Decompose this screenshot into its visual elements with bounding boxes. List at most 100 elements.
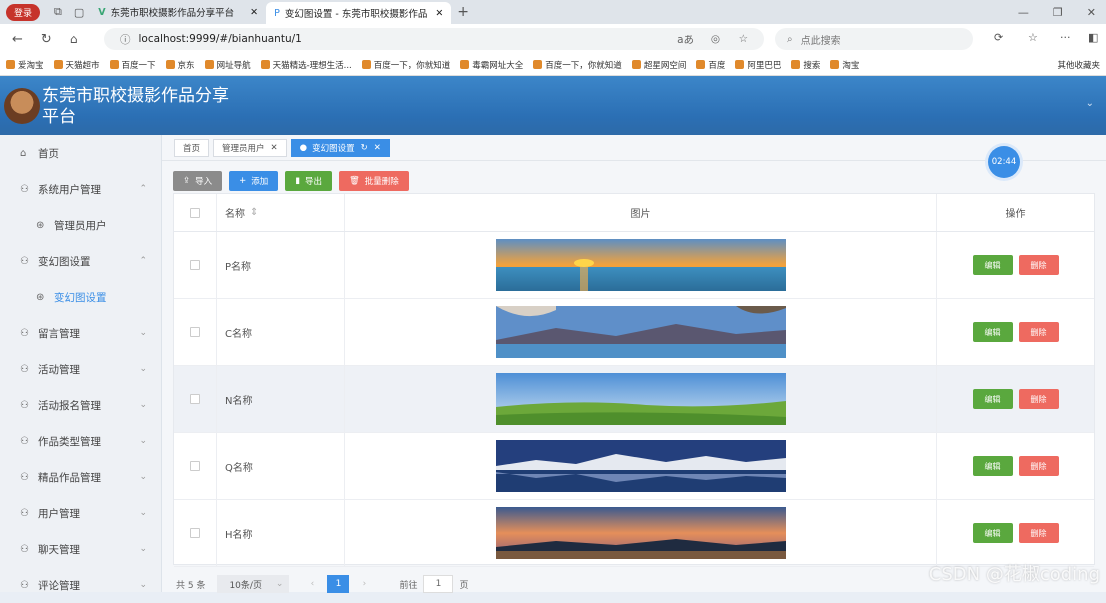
goto-page-input[interactable]: 1 [423, 575, 453, 593]
delete-button[interactable]: 删除 [1019, 389, 1059, 409]
sidebar-item[interactable]: ⚇系统用户管理⌃ [0, 171, 161, 207]
close-icon[interactable]: ✕ [271, 143, 278, 153]
sort-icon[interactable]: ⇕ [250, 207, 258, 218]
favorites-icon[interactable]: ☆ [1028, 31, 1038, 44]
edit-button[interactable]: 编辑 [973, 523, 1013, 543]
bookmark-item[interactable]: 爱淘宝 [6, 59, 44, 71]
sidebar-item[interactable]: ⚇聊天管理⌄ [0, 531, 161, 567]
url-input[interactable]: ⓘ localhost:9999/#/bianhuantu/1 aあ ◎ ☆ [104, 28, 764, 50]
bookmark-item[interactable]: 天猫精选-理想生活... [261, 59, 352, 71]
more-icon[interactable]: ··· [1060, 31, 1071, 44]
delete-button[interactable]: 删除 [1019, 523, 1059, 543]
new-tab-icon[interactable]: + [457, 4, 469, 20]
bookmark-item[interactable]: 天猫超市 [54, 59, 100, 71]
row-checkbox[interactable] [190, 461, 200, 471]
home-icon[interactable]: ⌂ [70, 32, 78, 46]
sidebar-item[interactable]: ⚇评论管理⌄ [0, 567, 161, 603]
batch-delete-button[interactable]: 🗑批量删除 [339, 171, 409, 191]
sidebar-item[interactable]: ⚇作品类型管理⌄ [0, 423, 161, 459]
translate-icon[interactable]: ◎ [711, 33, 720, 45]
sidebar-item[interactable]: ⌂首页 [0, 135, 161, 171]
bookmark-label: 百度一下 [122, 59, 156, 71]
bookmark-icon [110, 60, 119, 69]
menu-icon: ⚇ [20, 472, 34, 483]
refresh-icon[interactable]: ↻ [41, 32, 52, 47]
bookmark-item[interactable]: 淘宝 [830, 59, 859, 71]
browser-tab-2[interactable]: P 变幻图设置 - 东莞市职校摄影作品 ✕ [266, 2, 451, 24]
bookmark-label: 超星网空间 [644, 59, 687, 71]
export-button[interactable]: ▮导出 [285, 171, 332, 191]
row-checkbox[interactable] [190, 260, 200, 270]
import-button[interactable]: ⇪导入 [173, 171, 222, 191]
tag-home[interactable]: 首页 [174, 139, 209, 157]
chevron-down-icon[interactable]: ⌄ [1086, 98, 1094, 109]
next-page-icon[interactable]: › [353, 579, 375, 589]
tab-actions-icon[interactable]: ▢ [74, 6, 84, 19]
window-close-icon[interactable]: ✕ [1087, 6, 1096, 19]
back-icon[interactable]: ← [12, 32, 23, 47]
search-input[interactable]: ⌕ 点此搜索 [775, 28, 973, 50]
bookmark-item[interactable]: 百度 [696, 59, 725, 71]
extensions-icon[interactable]: ⟳ [994, 31, 1003, 44]
edit-button[interactable]: 编辑 [973, 255, 1013, 275]
delete-button[interactable]: 删除 [1019, 456, 1059, 476]
bookmark-label: 天猫精选-理想生活... [273, 59, 352, 71]
row-checkbox[interactable] [190, 394, 200, 404]
table-row[interactable]: N名称 编辑删除 [174, 366, 1094, 433]
favorite-star-icon[interactable]: ☆ [739, 33, 748, 45]
edit-button[interactable]: 编辑 [973, 322, 1013, 342]
edit-button[interactable]: 编辑 [973, 389, 1013, 409]
browser-tab-1[interactable]: V 东莞市职校摄影作品分享平台 ✕ [90, 1, 266, 23]
sidebar-item[interactable]: ⚇精品作品管理⌄ [0, 459, 161, 495]
bookmark-item[interactable]: 京东 [166, 59, 195, 71]
other-bookmarks[interactable]: 其他收藏夹 [1057, 59, 1100, 71]
bookmark-item[interactable]: 百度一下，你就知道 [362, 59, 451, 71]
bookmark-label: 京东 [178, 59, 195, 71]
prev-page-icon[interactable]: ‹ [301, 579, 323, 589]
close-icon[interactable]: ✕ [435, 8, 443, 19]
header-name[interactable]: 名称⇕ [217, 194, 345, 231]
table-row[interactable]: H名称 编辑删除 [174, 500, 1094, 567]
close-icon[interactable]: ✕ [374, 143, 381, 153]
bookmark-item[interactable]: 百度一下 [110, 59, 156, 71]
sidebar-item[interactable]: ⊛变幻图设置 [0, 279, 161, 315]
collections-icon[interactable]: ⧉ [54, 5, 62, 19]
bookmark-item[interactable]: 毒霸网址大全 [460, 59, 523, 71]
minimize-icon[interactable]: — [1018, 6, 1029, 19]
page-title: 东莞市职校摄影作品分享平台 [42, 86, 232, 128]
bookmark-item[interactable]: 超星网空间 [632, 59, 687, 71]
table-row[interactable]: Q名称 编辑删除 [174, 433, 1094, 500]
sidebar-toggle-icon[interactable]: ◧ [1088, 31, 1098, 44]
bookmark-item[interactable]: 阿里巴巴 [735, 59, 781, 71]
bookmark-item[interactable]: 百度一下，你就知道 [533, 59, 622, 71]
delete-button[interactable]: 删除 [1019, 255, 1059, 275]
add-button[interactable]: +添加 [229, 171, 278, 191]
edit-button[interactable]: 编辑 [973, 456, 1013, 476]
sidebar-item[interactable]: ⊛管理员用户 [0, 207, 161, 243]
sidebar-item[interactable]: ⚇变幻图设置⌃ [0, 243, 161, 279]
close-icon[interactable]: ✕ [250, 7, 258, 18]
row-checkbox[interactable] [190, 327, 200, 337]
sidebar-item[interactable]: ⚇用户管理⌄ [0, 495, 161, 531]
table-row[interactable]: C名称 编辑删除 [174, 299, 1094, 366]
row-checkbox[interactable] [190, 528, 200, 538]
bookmark-label: 爱淘宝 [18, 59, 44, 71]
table-row[interactable]: P名称 编辑删除 [174, 232, 1094, 299]
page-size-select[interactable]: 10条/页⌄ [217, 575, 289, 593]
tag-admin-users[interactable]: 管理员用户✕ [213, 139, 287, 157]
profile-login-button[interactable]: 登录 [6, 4, 40, 21]
page-number[interactable]: 1 [327, 575, 349, 593]
sidebar-item[interactable]: ⚇留言管理⌄ [0, 315, 161, 351]
refresh-icon[interactable]: ↻ [361, 143, 368, 153]
sidebar-item[interactable]: ⚇活动管理⌄ [0, 351, 161, 387]
delete-button[interactable]: 删除 [1019, 322, 1059, 342]
header-ops: 操作 [937, 194, 1094, 231]
menu-icon: ⊛ [36, 292, 50, 303]
bookmark-item[interactable]: 搜索 [791, 59, 820, 71]
select-all-checkbox[interactable] [190, 208, 200, 218]
sidebar-item[interactable]: ⚇活动报名管理⌄ [0, 387, 161, 423]
tag-current[interactable]: ●变幻图设置↻✕ [291, 139, 390, 157]
restore-icon[interactable]: ❐ [1053, 6, 1063, 19]
bookmark-item[interactable]: 网址导航 [205, 59, 251, 71]
read-aloud-icon[interactable]: aあ [677, 32, 694, 47]
